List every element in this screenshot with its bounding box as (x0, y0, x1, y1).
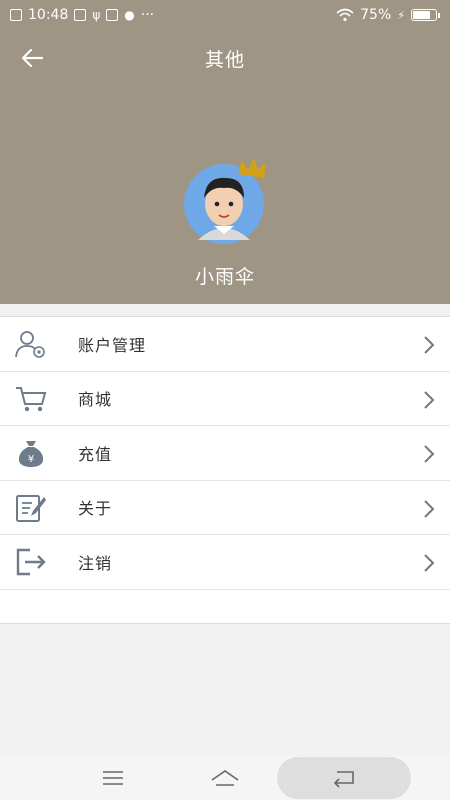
svg-text:¥: ¥ (28, 454, 34, 465)
back-icon (333, 771, 354, 788)
menu-icon[interactable] (102, 770, 124, 786)
chevron-right-icon (424, 390, 435, 409)
overflow-dots: ··· (140, 7, 155, 23)
battery-percent: 75% (360, 7, 392, 23)
battery-icon (411, 9, 440, 21)
home-icon[interactable] (210, 768, 240, 788)
system-nav-bar (0, 756, 450, 800)
cart-icon (14, 383, 48, 415)
back-button[interactable] (14, 40, 50, 76)
wifi-icon (336, 8, 354, 22)
profile-header: 小雨伞 (0, 86, 450, 304)
page-title: 其他 (204, 48, 245, 71)
back-key[interactable] (277, 757, 411, 799)
account-settings-icon (14, 328, 48, 360)
menu-item-recharge[interactable]: ¥ 充值 (0, 426, 450, 481)
usb-icon: ψ (92, 8, 101, 22)
menu-item-label: 账户管理 (78, 335, 147, 355)
notification-icon (74, 9, 87, 21)
chevron-right-icon (424, 445, 435, 463)
logout-icon (14, 546, 48, 578)
username: 小雨伞 (194, 266, 255, 288)
edit-document-icon (14, 492, 48, 524)
menu-item-about[interactable]: 关于 (0, 481, 450, 535)
menu-item-logout[interactable]: 注销 (0, 535, 450, 590)
menu-list: 账户管理 商城 ¥ 充值 关于 注销 (0, 316, 450, 624)
money-bag-icon: ¥ (14, 437, 48, 469)
app-icon (106, 9, 119, 21)
menu-item-label: 关于 (78, 499, 113, 519)
menu-item-label: 商城 (78, 390, 113, 410)
sim-x-icon (10, 9, 22, 21)
menu-item-shop[interactable]: 商城 (0, 372, 450, 426)
arrow-left-icon (21, 49, 43, 67)
menu-item-label: 注销 (78, 553, 113, 573)
menu-item-label: 充值 (78, 444, 113, 464)
app-bar: 其他 (0, 30, 450, 86)
charging-icon: ⚡ (397, 8, 405, 22)
status-right: 75% ⚡ (336, 7, 440, 23)
chevron-right-icon (424, 554, 435, 572)
chevron-right-icon (424, 336, 435, 354)
avatar[interactable] (176, 156, 276, 246)
status-time: 10:48 (28, 7, 69, 23)
status-left: 10:48 ψ ● ··· (10, 7, 154, 23)
wechat-icon: ● (124, 8, 135, 22)
status-bar: 10:48 ψ ● ··· 75% ⚡ (0, 0, 450, 30)
menu-item-account[interactable]: 账户管理 (0, 317, 450, 372)
chevron-right-icon (424, 499, 435, 518)
